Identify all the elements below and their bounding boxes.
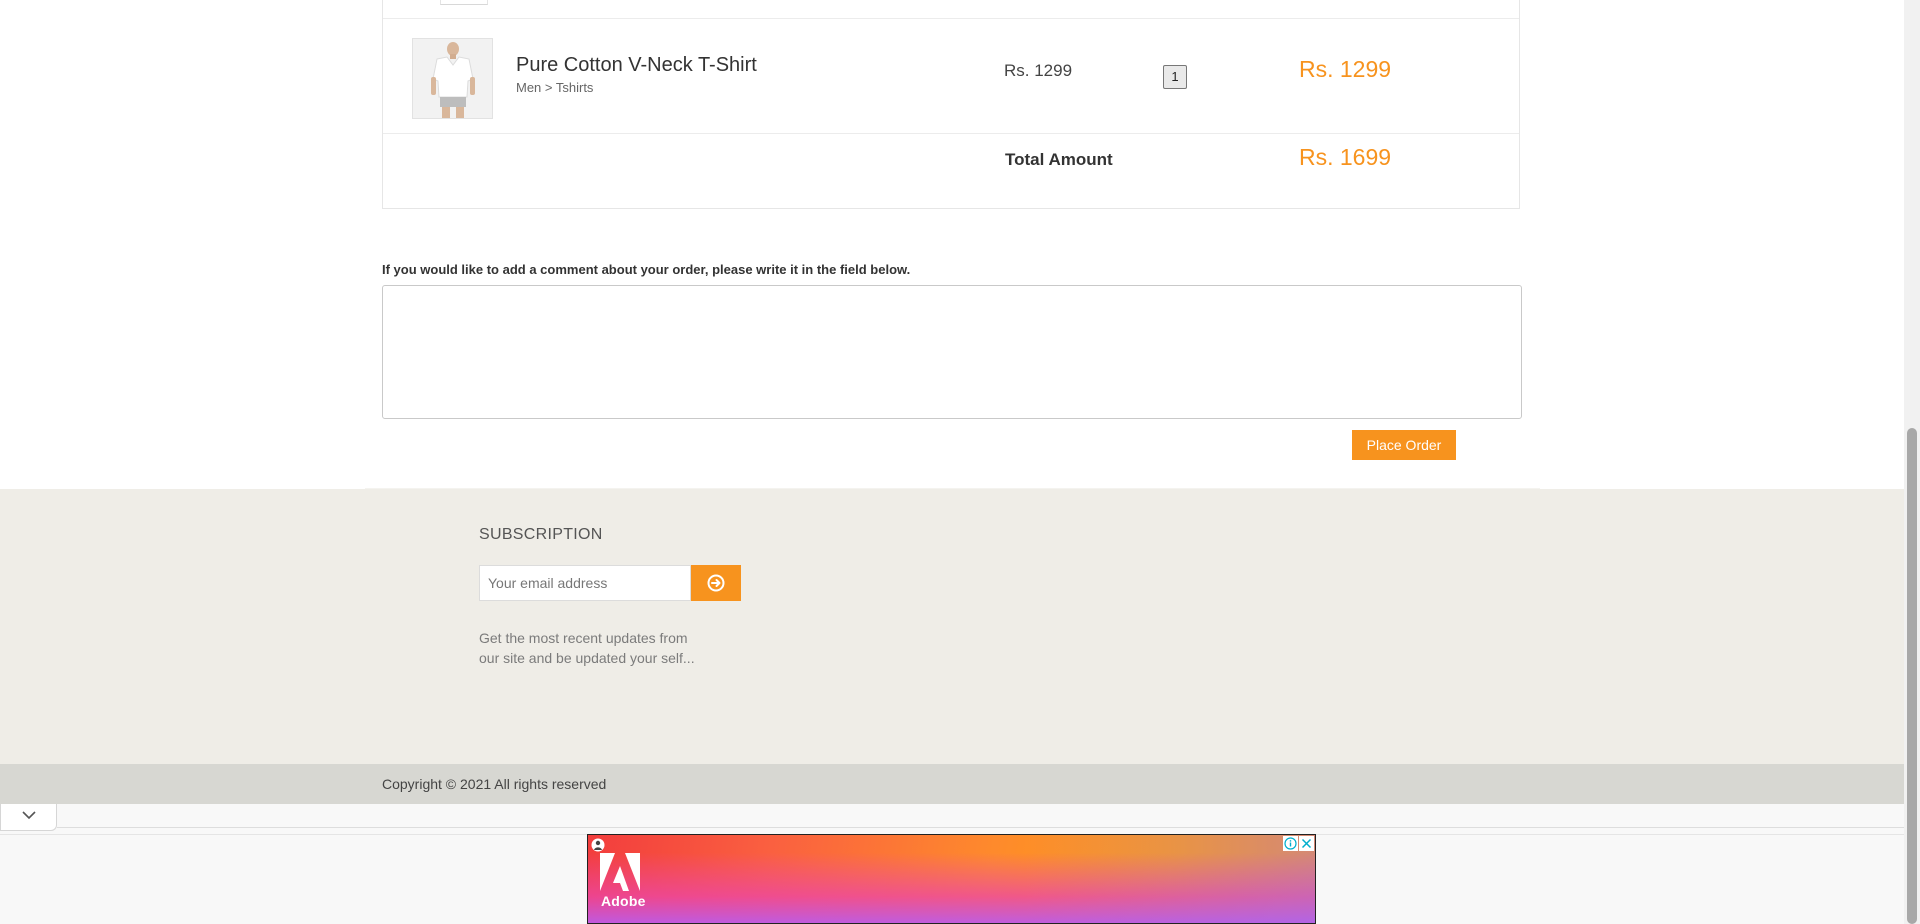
product-category-breadcrumb: Men > Tshirts [516, 80, 594, 95]
unit-price: Rs. 1299 [1004, 61, 1073, 80]
row-divider [383, 133, 1519, 134]
footer-bottom-bar [0, 764, 1904, 804]
order-comment-textarea[interactable] [382, 285, 1522, 419]
arrow-circle-right-icon [707, 574, 725, 592]
cart-table [382, 0, 1520, 209]
chevron-down-icon [21, 811, 36, 820]
comment-label: If you would like to add a comment about… [382, 262, 911, 277]
place-order-button[interactable]: Place Order [1352, 430, 1456, 460]
ad-brand-name: Adobe [601, 893, 646, 909]
subscribe-button[interactable] [691, 565, 741, 601]
total-amount-value: Rs. 1699 [1299, 144, 1392, 170]
footer [0, 489, 1904, 764]
copyright-text: Copyright © 2021 All rights reserved [382, 776, 607, 792]
quantity-box[interactable]: 1 [1163, 65, 1187, 89]
adobe-logo [600, 853, 640, 891]
adchoices-icon[interactable] [591, 838, 605, 852]
ad-banner[interactable]: Adobe [587, 834, 1316, 924]
ad-bar-divider [57, 827, 1904, 828]
subscription-description: Get the most recent updates from our sit… [479, 630, 695, 666]
product-thumbnail[interactable] [412, 38, 493, 119]
footer-top-divider [365, 488, 1540, 489]
tshirt-model-image [413, 39, 492, 118]
subscription-email-input[interactable] [479, 565, 691, 601]
info-icon [1284, 837, 1297, 850]
close-icon [1301, 838, 1312, 849]
subscription-title: SUBSCRIPTION [479, 526, 603, 543]
row-divider [383, 18, 1519, 19]
product-title[interactable]: Pure Cotton V-Neck T-Shirt [516, 54, 757, 77]
ad-collapse-toggle[interactable] [0, 804, 57, 831]
ad-close-button[interactable] [1299, 836, 1314, 851]
line-total: Rs. 1299 [1299, 56, 1392, 82]
total-amount-label: Total Amount [1005, 150, 1113, 169]
previous-item-thumbnail [440, 0, 488, 5]
scrollbar-thumb[interactable] [1907, 428, 1917, 924]
ad-info-button[interactable] [1283, 836, 1298, 851]
